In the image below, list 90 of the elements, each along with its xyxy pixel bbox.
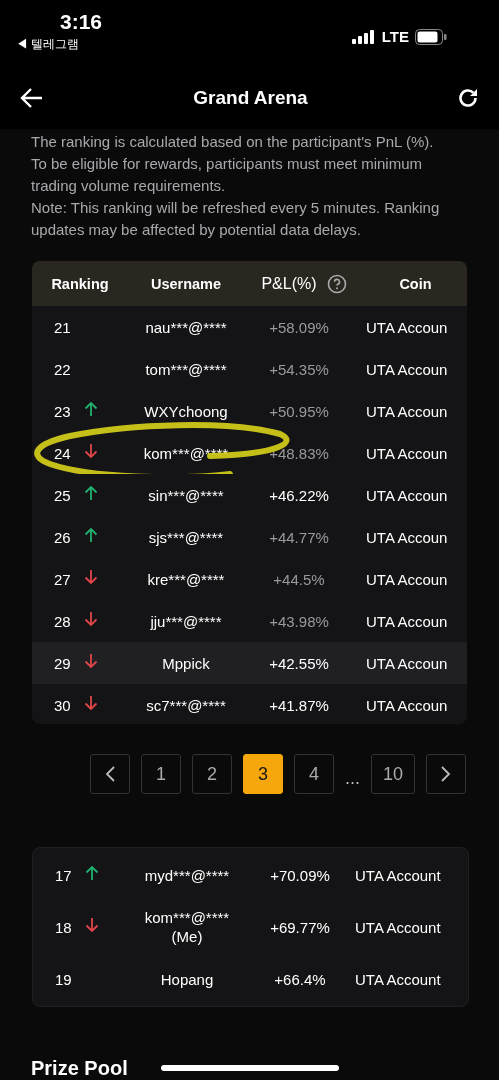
username-cell-text: Mppick (161, 654, 211, 672)
refresh-button[interactable] (457, 86, 479, 109)
page-button[interactable]: 2 (192, 754, 232, 794)
pnl-cell-text: +42.55% (268, 654, 330, 672)
rank-cell-text: 29 (54, 654, 72, 672)
description-text: Note: This ranking will be refreshed every 5 minutes. Ranking updates may be affected by potential data delays. (31, 198, 441, 241)
coin-cell-text: UTA Accoun (365, 654, 449, 672)
column-header: Username (149, 275, 223, 292)
me-label: (Me) (171, 927, 203, 946)
rank-cell-text: 21 (54, 318, 72, 336)
pnl-cell-text: +44.77% (268, 528, 330, 546)
pnl-cell-text: +69.77% (269, 918, 331, 936)
rank-cell-text: 27 (54, 570, 72, 588)
down-arrow-icon (84, 653, 98, 670)
up-arrow-icon (84, 527, 98, 544)
username-cell-text: kom***@**** (142, 444, 230, 462)
pnl-cell-text: +46.22% (268, 486, 330, 504)
coin-cell-text: UTA Accoun (365, 612, 449, 630)
description-text: To be eligible for rewards, participants must meet minimum trading volume requirements. (31, 154, 423, 197)
username-cell-text: kre***@**** (146, 570, 226, 588)
page-button[interactable]: 3 (243, 754, 283, 794)
coin-cell-text: UTA Accoun (365, 318, 449, 336)
up-arrow-icon (84, 401, 98, 418)
rank-cell-text: 17 (55, 866, 73, 884)
page-title: Grand Arena (193, 86, 308, 109)
coin-cell-text: UTA Accoun (365, 696, 449, 714)
rank-cell-text: 25 (54, 486, 72, 504)
page-button[interactable]: 4 (294, 754, 334, 794)
coin-cell-text: UTA Accoun (365, 402, 449, 420)
username-cell-text: jju***@**** (149, 612, 223, 630)
coin-cell-text: UTA Accoun (365, 528, 449, 546)
rank-cell-text: 24 (54, 444, 72, 462)
rank-cell-text: 22 (54, 360, 72, 378)
username-cell-text: tom***@**** (144, 360, 228, 378)
username-cell-text: sc7***@**** (145, 696, 227, 714)
column-header: Coin (398, 275, 433, 292)
column-header: Ranking (50, 275, 110, 292)
down-arrow-icon (84, 695, 98, 712)
section-title: Prize Pool (31, 1057, 128, 1080)
coin-cell-text: UTA Accoun (365, 360, 449, 378)
page-button[interactable]: 1 (141, 754, 181, 794)
chevron-left-icon (104, 765, 116, 783)
username-cell-text: nau***@**** (144, 318, 228, 336)
coin-cell-text: UTA Accoun (365, 486, 449, 504)
back-to-app-link[interactable]: ◀ 텔레그램 (16, 36, 103, 53)
column-header: P&L(%) (261, 274, 317, 293)
help-icon[interactable] (326, 273, 347, 294)
rank-cell-text: 18 (55, 918, 73, 936)
down-arrow-icon (84, 443, 98, 460)
down-arrow-icon (85, 917, 99, 933)
pnl-cell-text: +48.83% (268, 444, 330, 462)
pnl-cell-text: +43.98% (268, 612, 330, 630)
rank-cell-text: 19 (55, 970, 73, 988)
ellipsis: ... (345, 767, 360, 789)
pnl-cell-text: +54.35% (268, 360, 330, 378)
pnl-cell-text: +58.09% (268, 318, 330, 336)
coin-cell-text: UTA Account (355, 866, 442, 884)
next-page-button[interactable] (426, 754, 466, 794)
rank-cell-text: 23 (54, 402, 72, 420)
up-arrow-icon (84, 485, 98, 502)
username-cell-text: sin***@**** (147, 486, 225, 504)
rank-cell-text: 30 (54, 696, 72, 714)
coin-cell-text: UTA Accoun (365, 444, 449, 462)
pnl-cell-text: +44.5% (272, 570, 326, 588)
battery-icon (415, 28, 447, 45)
coin-cell-text: UTA Account (355, 970, 442, 988)
network-label: LTE (381, 28, 409, 46)
username-cell-text: Hopang (159, 970, 215, 988)
username-cell-text: sjs***@**** (147, 528, 225, 546)
pnl-cell-text: +66.4% (273, 970, 327, 988)
coin-cell-text: UTA Account (355, 918, 442, 936)
pnl-cell-text: +70.09% (269, 866, 331, 884)
down-arrow-icon (84, 611, 98, 628)
username-cell-text: WXYchoong (143, 402, 229, 420)
back-button[interactable] (20, 86, 44, 109)
status-time: 3:16 (60, 10, 103, 34)
description-text: The ranking is calculated based on the participant's PnL (%). (31, 132, 435, 153)
rank-cell-text: 28 (54, 612, 72, 630)
previous-page-button[interactable] (90, 754, 130, 794)
signal-icon (351, 29, 376, 44)
chevron-right-icon (440, 765, 452, 783)
username-cell-text: myd***@**** (143, 866, 231, 884)
rank-cell-text: 26 (54, 528, 72, 546)
up-arrow-icon (85, 865, 99, 881)
down-arrow-icon (84, 569, 98, 586)
pnl-cell-text: +41.87% (268, 696, 330, 714)
page-button[interactable]: 10 (371, 754, 415, 794)
username-cell: kom***@**** (144, 908, 230, 927)
coin-cell-text: UTA Accoun (365, 570, 449, 588)
pnl-cell-text: +50.95% (268, 402, 330, 420)
